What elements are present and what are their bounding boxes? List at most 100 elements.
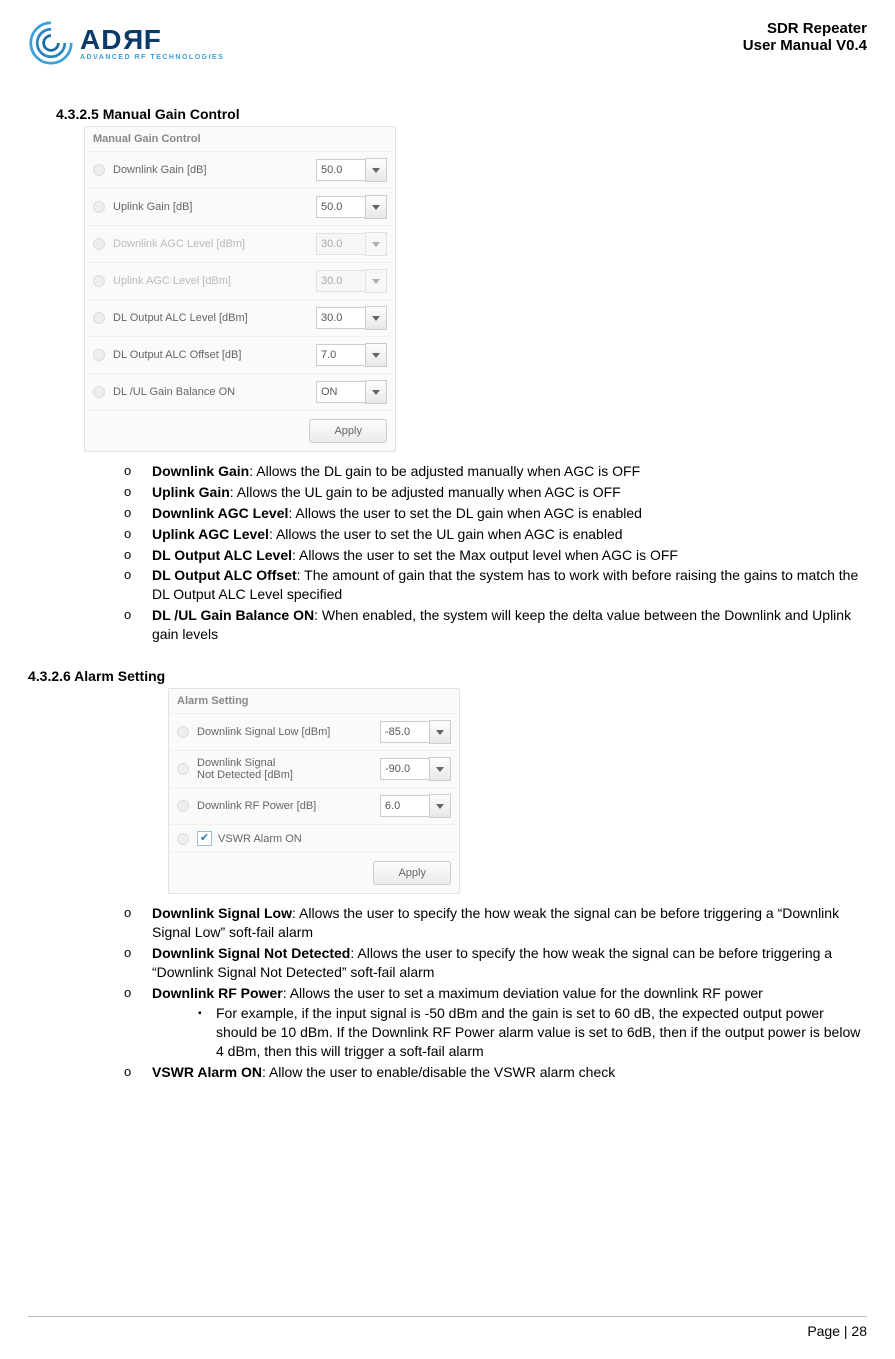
list-item: oDL Output ALC Offset: The amount of gai… (124, 566, 867, 604)
checkbox-vswr[interactable]: ✔ (197, 831, 212, 846)
panel-manual-gain: Manual Gain Control Downlink Gain [dB] U… (84, 126, 396, 452)
select-dl-alc-level[interactable] (316, 306, 387, 330)
row-dl-signal-not-detected: Downlink Signal Not Detected [dBm] (169, 750, 459, 787)
select-dl-alc-offset[interactable] (316, 343, 387, 367)
select-downlink-gain[interactable] (316, 158, 387, 182)
logo: ADRF ADVANCED RF TECHNOLOGIES (28, 20, 224, 66)
select-value[interactable] (316, 381, 365, 403)
row-downlink-gain: Downlink Gain [dB] (85, 151, 395, 188)
row-label: Uplink Gain [dB] (113, 201, 316, 213)
row-dl-alc-level: DL Output ALC Level [dBm] (85, 299, 395, 336)
panel-alarm-setting: Alarm Setting Downlink Signal Low [dBm] … (168, 688, 460, 894)
select-value[interactable] (316, 196, 365, 218)
logo-tagline: ADVANCED RF TECHNOLOGIES (80, 54, 224, 61)
list-item: oDL /UL Gain Balance ON: When enabled, t… (124, 606, 867, 644)
logo-name: ADRF (80, 26, 224, 54)
list-item: oUplink AGC Level: Allows the user to se… (124, 525, 867, 544)
select-value (316, 233, 365, 255)
bullet-icon (93, 275, 105, 287)
bullet-marker: o (124, 504, 152, 523)
bullet-icon (93, 164, 105, 176)
select-value[interactable] (380, 795, 429, 817)
select-dl-agc (316, 232, 387, 256)
row-label: DL Output ALC Offset [dB] (113, 349, 316, 361)
bullets-alarm: oDownlink Signal Low: Allows the user to… (124, 904, 867, 1082)
bullet-icon (177, 800, 189, 812)
bullet-icon (177, 833, 189, 845)
select-value (316, 270, 365, 292)
chevron-down-icon (365, 269, 387, 293)
list-item: oUplink Gain: Allows the UL gain to be a… (124, 483, 867, 502)
bullet-icon (93, 238, 105, 250)
chevron-down-icon[interactable] (365, 306, 387, 330)
bullets-mgc: oDownlink Gain: Allows the DL gain to be… (124, 462, 867, 644)
apply-button-mgc[interactable]: Apply (309, 419, 387, 443)
bullet-marker: o (124, 462, 152, 481)
chevron-down-icon[interactable] (429, 720, 451, 744)
list-item: oDownlink Signal Low: Allows the user to… (124, 904, 867, 942)
panel-title: Manual Gain Control (85, 127, 395, 151)
bullet-marker: o (124, 525, 152, 544)
list-item: oDownlink Signal Not Detected: Allows th… (124, 944, 867, 982)
bullet-icon (93, 201, 105, 213)
row-dl-agc-level: Downlink AGC Level [dBm] (85, 225, 395, 262)
row-uplink-gain: Uplink Gain [dB] (85, 188, 395, 225)
bullet-icon (93, 312, 105, 324)
bullet-marker: o (124, 1063, 152, 1082)
title-line-1: SDR Repeater (743, 20, 867, 37)
apply-button-alarm[interactable]: Apply (373, 861, 451, 885)
bullet-icon (93, 386, 105, 398)
row-dl-alc-offset: DL Output ALC Offset [dB] (85, 336, 395, 373)
list-item: oDownlink RF Power: Allows the user to s… (124, 984, 867, 1062)
bullet-marker: o (124, 984, 152, 1062)
select-value[interactable] (316, 307, 365, 329)
select-dl-signal-low[interactable] (380, 720, 451, 744)
list-item: oDownlink Gain: Allows the DL gain to be… (124, 462, 867, 481)
page-header: ADRF ADVANCED RF TECHNOLOGIES SDR Repeat… (28, 20, 867, 66)
check-icon: ✔ (200, 833, 209, 844)
page-footer: Page | 28 (28, 1316, 867, 1339)
square-bullet-icon: ▪ (198, 1004, 216, 1061)
bullet-icon (177, 726, 189, 738)
select-value[interactable] (316, 159, 365, 181)
chevron-down-icon (365, 232, 387, 256)
select-gain-balance[interactable] (316, 380, 387, 404)
select-dl-not-detected[interactable] (380, 757, 451, 781)
row-vswr-alarm: ✔ VSWR Alarm ON (169, 824, 459, 852)
bullet-icon (177, 763, 189, 775)
select-ul-agc (316, 269, 387, 293)
chevron-down-icon[interactable] (365, 158, 387, 182)
row-label: Downlink Signal Low [dBm] (197, 726, 380, 738)
row-ul-agc-level: Uplink AGC Level [dBm] (85, 262, 395, 299)
header-title: SDR Repeater User Manual V0.4 (743, 20, 867, 54)
row-label: DL /UL Gain Balance ON (113, 386, 316, 398)
list-item: oDownlink AGC Level: Allows the user to … (124, 504, 867, 523)
row-dl-rf-power: Downlink RF Power [dB] (169, 787, 459, 824)
bullet-marker: o (124, 546, 152, 565)
bullet-marker: o (124, 606, 152, 644)
page-number: Page | 28 (807, 1323, 867, 1339)
select-dl-rf-power[interactable] (380, 794, 451, 818)
list-item: oVSWR Alarm ON: Allow the user to enable… (124, 1063, 867, 1082)
select-value[interactable] (316, 344, 365, 366)
bullet-marker: o (124, 944, 152, 982)
select-value[interactable] (380, 758, 429, 780)
row-gain-balance: DL /UL Gain Balance ON (85, 373, 395, 410)
chevron-down-icon[interactable] (429, 794, 451, 818)
chevron-down-icon[interactable] (365, 195, 387, 219)
bullet-marker: o (124, 566, 152, 604)
sub-list: ▪For example, if the input signal is -50… (198, 1004, 867, 1061)
bullet-marker: o (124, 904, 152, 942)
select-uplink-gain[interactable] (316, 195, 387, 219)
row-label: DL Output ALC Level [dBm] (113, 312, 316, 324)
select-value[interactable] (380, 721, 429, 743)
section-heading-mgc: 4.3.2.5 Manual Gain Control (56, 106, 867, 122)
row-label: Uplink AGC Level [dBm] (113, 275, 316, 287)
chevron-down-icon[interactable] (429, 757, 451, 781)
chevron-down-icon[interactable] (365, 380, 387, 404)
swirl-icon (28, 20, 74, 66)
chevron-down-icon[interactable] (365, 343, 387, 367)
row-label: VSWR Alarm ON (218, 833, 451, 845)
row-dl-signal-low: Downlink Signal Low [dBm] (169, 713, 459, 750)
row-label: Downlink RF Power [dB] (197, 800, 380, 812)
